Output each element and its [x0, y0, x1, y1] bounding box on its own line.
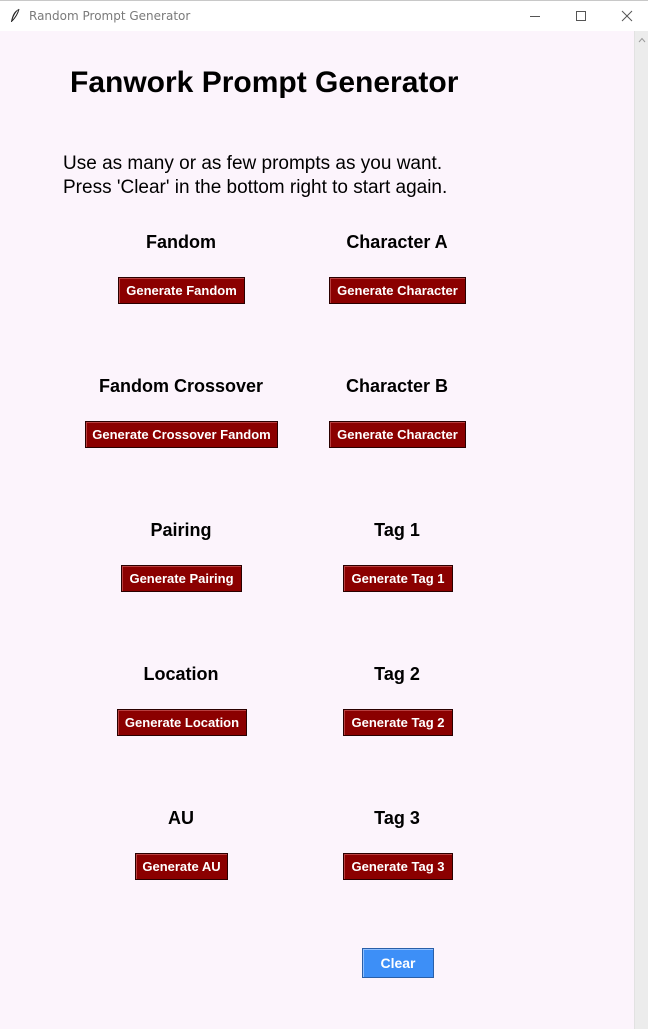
tag-2-label: Tag 2: [374, 664, 420, 684]
maximize-button[interactable]: [558, 1, 604, 31]
clear-button[interactable]: Clear: [362, 948, 434, 978]
generate-au-button[interactable]: Generate AU: [135, 853, 228, 880]
title-bar: Random Prompt Generator: [0, 0, 648, 31]
close-icon: [621, 10, 633, 22]
generate-character-a-button[interactable]: Generate Character: [329, 277, 466, 304]
minimize-icon: [530, 16, 540, 17]
generate-fandom-button[interactable]: Generate Fandom: [118, 277, 245, 304]
window-title: Random Prompt Generator: [29, 9, 191, 23]
generate-pairing-button[interactable]: Generate Pairing: [121, 565, 242, 592]
pairing-label: Pairing: [150, 520, 212, 540]
location-label: Location: [143, 664, 219, 684]
maximize-icon: [576, 11, 586, 21]
generate-location-button[interactable]: Generate Location: [117, 709, 247, 736]
minimize-button[interactable]: [512, 1, 558, 31]
character-b-label: Character B: [345, 376, 449, 396]
tag-3-label: Tag 3: [374, 808, 420, 828]
instruction-line-1: Use as many or as few prompts as you wan…: [63, 153, 443, 174]
au-label: AU: [168, 808, 194, 828]
generate-character-b-button[interactable]: Generate Character: [329, 421, 466, 448]
generate-crossover-fandom-button[interactable]: Generate Crossover Fandom: [85, 421, 278, 448]
character-a-label: Character A: [346, 232, 448, 252]
vertical-scrollbar[interactable]: [634, 31, 648, 1029]
feather-icon: [9, 8, 21, 24]
instruction-line-2: Press 'Clear' in the bottom right to sta…: [63, 177, 448, 198]
tag-1-label: Tag 1: [374, 520, 420, 540]
fandom-crossover-label: Fandom Crossover: [98, 376, 264, 396]
generate-tag-2-button[interactable]: Generate Tag 2: [343, 709, 453, 736]
scroll-up-arrow-icon[interactable]: [638, 37, 646, 43]
generate-tag-1-button[interactable]: Generate Tag 1: [343, 565, 453, 592]
close-button[interactable]: [604, 1, 648, 31]
page-title: Fanwork Prompt Generator: [70, 66, 459, 99]
fandom-label: Fandom: [146, 232, 216, 252]
generate-tag-3-button[interactable]: Generate Tag 3: [343, 853, 453, 880]
